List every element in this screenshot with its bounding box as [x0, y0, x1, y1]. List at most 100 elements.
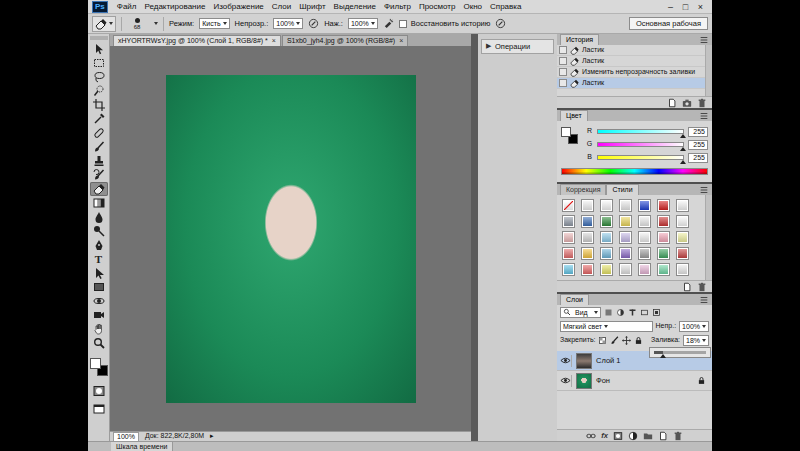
channel-value-field[interactable]: 255: [688, 153, 708, 163]
menu-item[interactable]: Слои: [268, 2, 295, 12]
foreground-color-swatch[interactable]: [90, 358, 101, 369]
style-swatch[interactable]: [581, 247, 594, 260]
mode-select[interactable]: Кисть: [199, 18, 229, 29]
style-swatch[interactable]: [619, 247, 632, 260]
trash-icon[interactable]: [697, 282, 707, 292]
style-swatch[interactable]: [562, 247, 575, 260]
newdoc-icon[interactable]: [658, 431, 668, 441]
tool-button[interactable]: [90, 112, 108, 126]
newdoc-icon[interactable]: [682, 282, 692, 292]
tool-button[interactable]: [90, 308, 108, 322]
channel-slider[interactable]: [597, 155, 684, 160]
panel-menu-icon[interactable]: [699, 185, 709, 195]
channel-slider[interactable]: [597, 142, 684, 147]
tool-button[interactable]: [90, 98, 108, 112]
slider-thumb-icon[interactable]: [680, 134, 686, 138]
dropdown-arrow-icon[interactable]: [154, 22, 158, 25]
dropdown-arrow-icon[interactable]: [223, 22, 227, 25]
window-control[interactable]: –: [663, 1, 678, 13]
menu-item[interactable]: Шрифт: [295, 2, 329, 12]
style-swatch[interactable]: [581, 231, 594, 244]
history-source-box[interactable]: [559, 68, 567, 76]
style-swatch[interactable]: [657, 263, 670, 276]
history-item[interactable]: Ластик: [557, 56, 705, 67]
style-swatch[interactable]: [600, 247, 613, 260]
screen-mode-button[interactable]: [90, 402, 108, 416]
visibility-toggle[interactable]: [560, 375, 572, 387]
trash-icon[interactable]: [673, 431, 683, 441]
mask-icon[interactable]: [613, 431, 623, 441]
tool-button[interactable]: [90, 266, 108, 280]
style-swatch[interactable]: [657, 247, 670, 260]
style-swatch[interactable]: [619, 231, 632, 244]
layer-opacity-field[interactable]: 100%: [679, 321, 709, 332]
panel-tab[interactable]: Цвет: [560, 110, 588, 121]
tool-button[interactable]: T: [90, 252, 108, 266]
channel-slider[interactable]: [597, 129, 684, 134]
style-swatch[interactable]: [657, 231, 670, 244]
quick-mask-button[interactable]: [90, 384, 108, 398]
history-item[interactable]: Ластик: [557, 78, 705, 89]
tool-preset-picker[interactable]: [92, 16, 116, 32]
tool-button[interactable]: [90, 322, 108, 336]
panel-tab[interactable]: История: [560, 34, 599, 45]
lock-brush-icon[interactable]: [610, 336, 619, 345]
menu-item[interactable]: Редактирование: [140, 2, 209, 12]
flow-field[interactable]: 100%: [348, 18, 378, 29]
fill-slider[interactable]: [654, 351, 706, 354]
dropdown-arrow-icon[interactable]: [702, 339, 706, 342]
lock-lock-icon[interactable]: [634, 336, 643, 345]
window-control[interactable]: □: [678, 1, 693, 13]
channel-value-field[interactable]: 255: [688, 140, 708, 150]
tool-button[interactable]: [90, 140, 108, 154]
style-swatch[interactable]: [638, 231, 651, 244]
style-swatch[interactable]: [581, 199, 594, 212]
visibility-toggle[interactable]: [560, 355, 572, 367]
timeline-tab[interactable]: Шкала времени: [111, 442, 173, 451]
style-swatch[interactable]: [676, 263, 689, 276]
blend-mode-select[interactable]: Мягкий свет: [560, 321, 653, 332]
tool-button[interactable]: [90, 182, 108, 196]
checkbox-box[interactable]: [399, 20, 407, 28]
snapshot-icon[interactable]: [682, 98, 692, 108]
style-swatch[interactable]: [657, 215, 670, 228]
filter-pixel-icon[interactable]: [604, 308, 613, 317]
style-swatch[interactable]: [676, 247, 689, 260]
style-swatch[interactable]: [638, 199, 651, 212]
tool-button[interactable]: [90, 70, 108, 84]
opacity-field[interactable]: 100%: [273, 18, 303, 29]
filter-shape-icon[interactable]: [640, 308, 649, 317]
style-swatch[interactable]: [600, 263, 613, 276]
foreground-color-swatch[interactable]: [561, 127, 571, 137]
scrollbar[interactable]: [705, 195, 712, 280]
menu-item[interactable]: Выделение: [330, 2, 380, 12]
scrollbar[interactable]: [705, 45, 712, 96]
document-tab[interactable]: xHYORTRWsY.jpg @ 100% (Слой 1, RGB/8#) *…: [113, 35, 281, 46]
style-swatch[interactable]: [562, 263, 575, 276]
style-swatch[interactable]: [657, 199, 670, 212]
slider-thumb-icon[interactable]: [680, 147, 686, 151]
style-swatch[interactable]: [600, 215, 613, 228]
photo[interactable]: [166, 75, 416, 403]
tool-button[interactable]: [90, 336, 108, 350]
panel-menu-icon[interactable]: [699, 295, 709, 305]
layer-name[interactable]: Фон: [596, 376, 693, 385]
style-swatch[interactable]: [619, 263, 632, 276]
layer-style-button[interactable]: fx: [601, 431, 608, 440]
dropdown-arrow-icon[interactable]: [109, 22, 113, 25]
panel-menu-icon[interactable]: [699, 35, 709, 45]
canvas[interactable]: [110, 46, 471, 431]
menu-item[interactable]: Просмотр: [415, 2, 460, 12]
tool-button[interactable]: [90, 154, 108, 168]
layer-thumbnail[interactable]: [576, 373, 592, 389]
document-tab[interactable]: S1xb0_jyh4.jpg @ 100% (RGB/8#)×: [282, 35, 408, 46]
layer-filter-select[interactable]: Вид: [560, 307, 601, 318]
close-tab-button[interactable]: ×: [399, 37, 403, 45]
tool-button[interactable]: [90, 280, 108, 294]
restore-history-checkbox[interactable]: Восстановить историю: [399, 19, 491, 28]
folder-icon[interactable]: [643, 431, 653, 441]
tool-button[interactable]: [90, 224, 108, 238]
filter-smart-icon[interactable]: [652, 308, 661, 317]
history-item[interactable]: Ластик: [557, 45, 705, 56]
tool-button[interactable]: [90, 42, 108, 56]
